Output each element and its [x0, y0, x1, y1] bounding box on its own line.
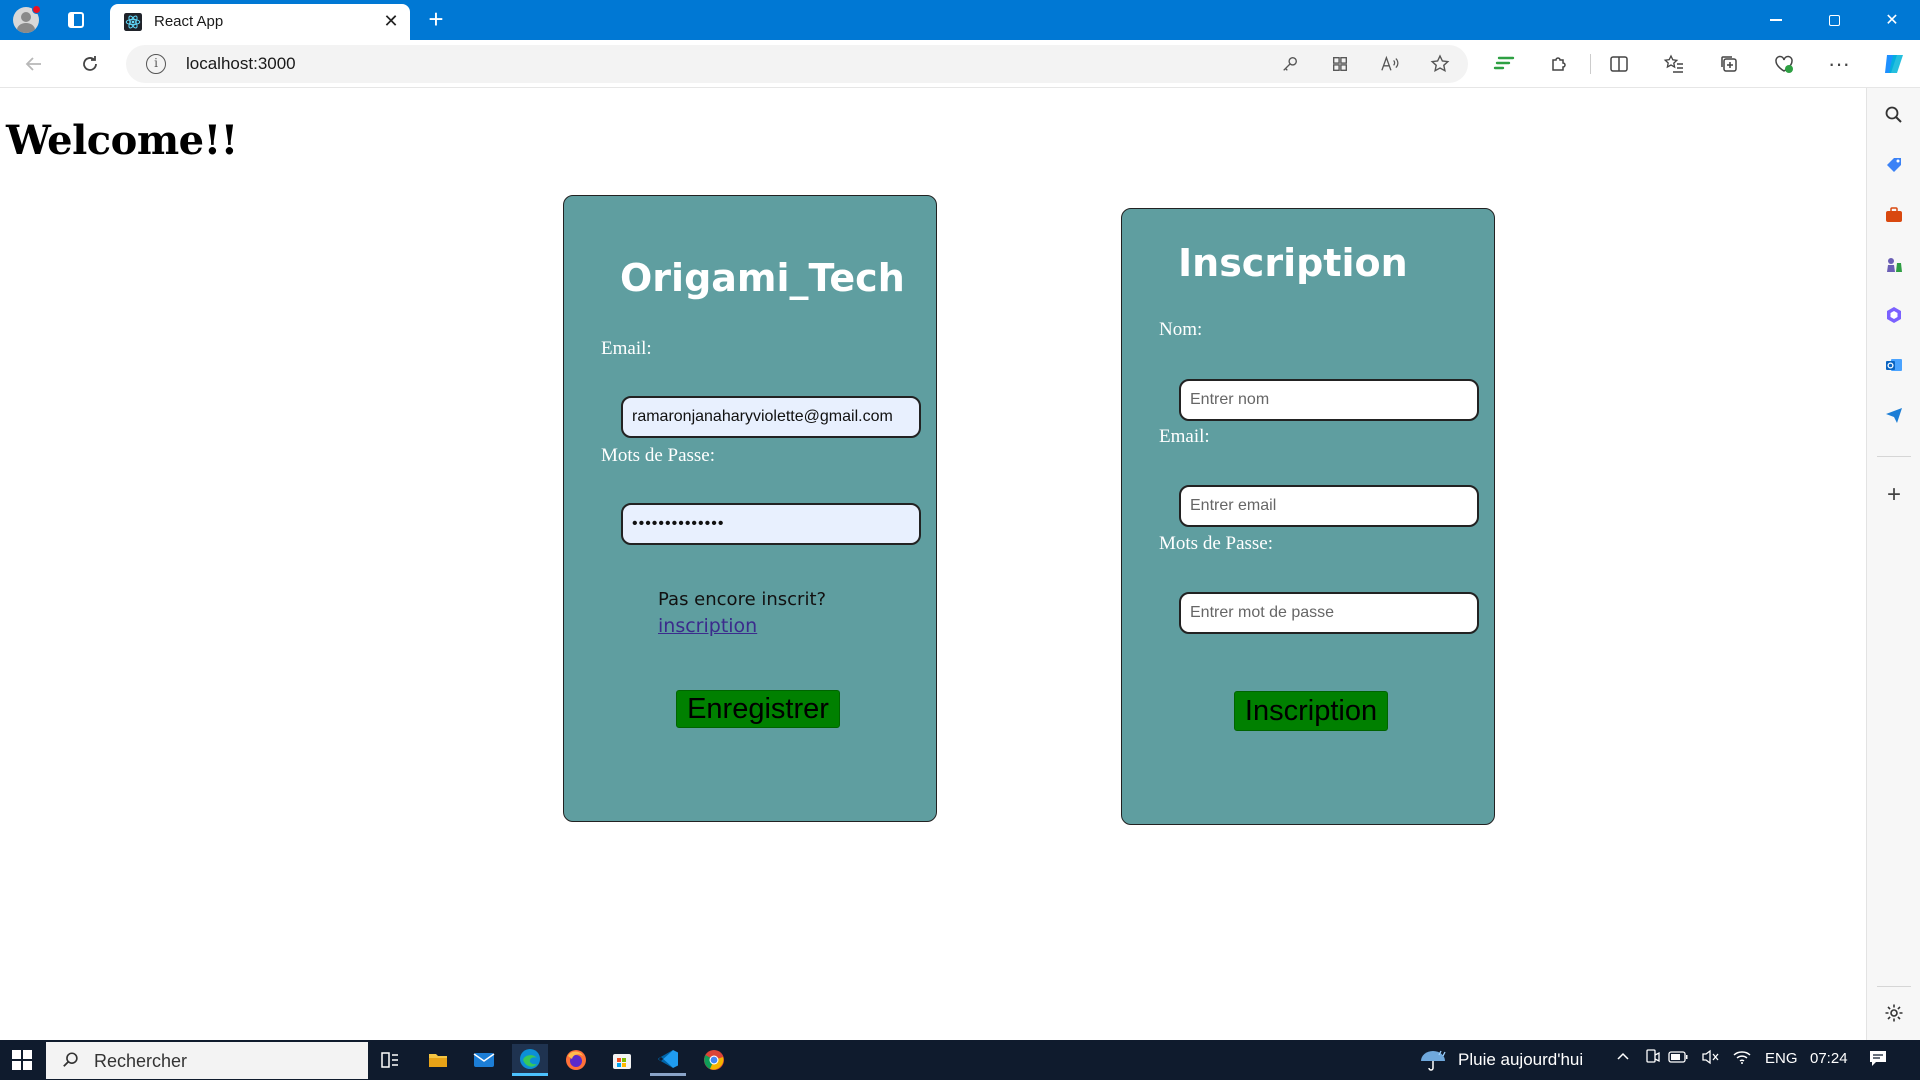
favorite-star-icon[interactable]	[1426, 50, 1454, 78]
signup-prompt-text: Pas encore inscrit?	[658, 589, 827, 610]
taskbar-search-text: Rechercher	[94, 1051, 188, 1071]
signup-email-input[interactable]	[1179, 485, 1479, 527]
url-text[interactable]: localhost:3000	[186, 54, 296, 74]
login-card: Origami_Tech Email: Mots de Passe: Pas e…	[563, 195, 937, 822]
settings-gear-icon[interactable]	[1881, 1000, 1907, 1026]
signup-name-label: Nom:	[1159, 319, 1203, 340]
windows-taskbar: Rechercher Pluie aujourd'hui ENG 07:24	[0, 1040, 1920, 1080]
task-view-icon[interactable]	[372, 1044, 408, 1076]
clock-time[interactable]: 07:24	[1810, 1050, 1848, 1067]
edge-browser-icon[interactable]	[512, 1044, 548, 1076]
react-logo-icon	[124, 13, 142, 31]
meet-now-icon[interactable]	[1642, 1049, 1662, 1069]
taskbar-search-box[interactable]: Rechercher	[46, 1042, 368, 1079]
browser-tab-react-app[interactable]: React App ✕	[110, 4, 410, 40]
site-info-icon[interactable]: i	[146, 54, 166, 74]
signup-submit-button[interactable]: Inscription	[1234, 691, 1388, 731]
login-email-label: Email:	[601, 338, 652, 359]
shopping-tag-icon[interactable]	[1881, 152, 1907, 178]
address-bar[interactable]: i localhost:3000	[126, 45, 1468, 83]
login-card-title: Origami_Tech	[620, 256, 905, 300]
sidebar-divider	[1877, 456, 1911, 457]
tab-actions-icon[interactable]	[62, 6, 90, 34]
reload-icon[interactable]	[74, 48, 106, 80]
browser-toolbar: i localhost:3000 ···	[0, 40, 1920, 88]
favorites-list-icon[interactable]	[1658, 48, 1690, 80]
microsoft-store-icon[interactable]	[604, 1044, 640, 1076]
language-indicator[interactable]: ENG	[1765, 1050, 1798, 1067]
signup-card: Inscription Nom: Email: Mots de Passe: I…	[1121, 208, 1495, 825]
collections-icon[interactable]	[1713, 48, 1745, 80]
chrome-icon[interactable]	[696, 1044, 732, 1076]
signup-name-input[interactable]	[1179, 379, 1479, 421]
more-options-icon[interactable]: ···	[1823, 48, 1855, 80]
minimize-window-button[interactable]	[1748, 0, 1804, 40]
send-plane-icon[interactable]	[1881, 402, 1907, 428]
firefox-icon[interactable]	[558, 1044, 594, 1076]
signup-password-label: Mots de Passe:	[1159, 533, 1273, 554]
tools-briefcase-icon[interactable]	[1881, 202, 1907, 228]
volume-muted-icon[interactable]	[1700, 1049, 1720, 1069]
read-aloud-icon[interactable]	[1376, 50, 1404, 78]
login-password-input[interactable]	[621, 503, 921, 545]
key-icon[interactable]	[1276, 50, 1304, 78]
signup-card-title: Inscription	[1178, 241, 1408, 285]
register-button[interactable]: Enregistrer	[676, 690, 840, 728]
close-window-button[interactable]: ✕	[1864, 0, 1920, 40]
file-explorer-icon[interactable]	[420, 1044, 456, 1076]
show-hidden-icons-chevron-icon[interactable]	[1613, 1049, 1633, 1069]
search-icon[interactable]	[1881, 102, 1907, 128]
signup-email-label: Email:	[1159, 426, 1210, 447]
new-tab-button[interactable]: +	[422, 6, 450, 34]
login-password-label: Mots de Passe:	[601, 445, 715, 466]
microsoft-365-icon[interactable]	[1881, 302, 1907, 328]
add-sidebar-app-icon[interactable]: +	[1881, 481, 1907, 508]
weather-rain-icon[interactable]	[1418, 1049, 1450, 1071]
tab-close-icon[interactable]: ✕	[380, 10, 402, 32]
windows-start-icon[interactable]	[12, 1050, 32, 1070]
tab-title: React App	[154, 13, 224, 30]
browser-sidebar: +	[1866, 88, 1920, 1040]
taskbar-search-icon	[63, 1052, 78, 1067]
signup-link[interactable]: inscription	[658, 615, 757, 637]
sidebar-divider-bottom	[1877, 986, 1911, 987]
games-chess-icon[interactable]	[1881, 252, 1907, 278]
weather-text[interactable]: Pluie aujourd'hui	[1458, 1050, 1583, 1070]
split-screen-icon[interactable]	[1603, 48, 1635, 80]
extension-green-icon[interactable]	[1488, 48, 1520, 80]
app-available-icon[interactable]	[1326, 50, 1354, 78]
mail-icon[interactable]	[466, 1044, 502, 1076]
wifi-icon[interactable]	[1732, 1049, 1752, 1069]
restore-window-button[interactable]	[1806, 0, 1862, 40]
signup-password-input[interactable]	[1179, 592, 1479, 634]
page-heading: Welcome!!	[6, 117, 238, 164]
extensions-puzzle-icon[interactable]	[1543, 48, 1575, 80]
login-email-input[interactable]	[621, 396, 921, 438]
vscode-icon[interactable]	[650, 1044, 686, 1076]
back-arrow-icon[interactable]	[18, 48, 50, 80]
outlook-icon[interactable]	[1881, 352, 1907, 378]
toolbar-divider	[1590, 54, 1591, 74]
page-viewport: Welcome!! Origami_Tech Email: Mots de Pa…	[0, 89, 1866, 1039]
browser-essentials-icon[interactable]	[1768, 48, 1800, 80]
profile-avatar-icon[interactable]	[12, 5, 41, 34]
copilot-icon[interactable]	[1878, 48, 1910, 80]
battery-icon[interactable]	[1668, 1049, 1688, 1069]
notifications-icon[interactable]	[1868, 1049, 1888, 1069]
browser-title-bar: React App ✕ + ✕	[0, 0, 1920, 40]
